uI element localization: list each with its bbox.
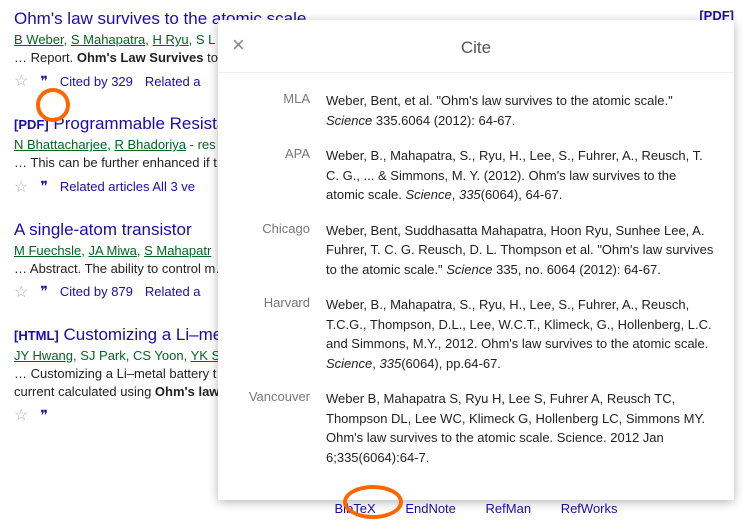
modal-header: × Cite (218, 20, 734, 73)
cite-row-harvard: Harvard Weber, B., Mahapatra, S., Ryu, H… (238, 295, 714, 373)
cite-label: Vancouver (238, 389, 310, 467)
cite-label: MLA (238, 91, 310, 130)
save-icon[interactable]: ☆ (14, 405, 28, 425)
cite-row-mla: MLA Weber, Bent, et al. "Ohm's law survi… (238, 91, 714, 130)
save-icon[interactable]: ☆ (14, 177, 28, 197)
cite-text[interactable]: Weber, Bent, Suddhasatta Mahapatra, Hoon… (326, 221, 714, 280)
cite-label: APA (238, 146, 310, 205)
cite-text[interactable]: Weber, B., Mahapatra, S., Ryu, H., Lee, … (326, 146, 714, 205)
refworks-link[interactable]: RefWorks (561, 501, 618, 516)
cite-icon[interactable]: ❞ (40, 178, 48, 195)
bibtex-link[interactable]: BibTeX (334, 501, 375, 516)
related-link[interactable]: Related a (145, 74, 201, 89)
modal-title: Cite (461, 38, 491, 57)
cite-modal: × Cite MLA Weber, Bent, et al. "Ohm's la… (218, 20, 734, 500)
cite-text[interactable]: Weber, B., Mahapatra, S., Ryu, H., Lee, … (326, 295, 714, 373)
cite-icon[interactable]: ❞ (40, 283, 48, 300)
modal-footer: BibTeX EndNote RefMan RefWorks (218, 491, 734, 530)
cite-row-vancouver: Vancouver Weber B, Mahapatra S, Ryu H, L… (238, 389, 714, 467)
cite-label: Chicago (238, 221, 310, 280)
close-icon[interactable]: × (232, 34, 245, 56)
cite-icon[interactable]: ❞ (40, 407, 48, 424)
modal-body: MLA Weber, Bent, et al. "Ohm's law survi… (218, 73, 734, 491)
related-link[interactable]: Related articles All 3 ve (60, 179, 195, 194)
save-icon[interactable]: ☆ (14, 282, 28, 302)
cite-row-chicago: Chicago Weber, Bent, Suddhasatta Mahapat… (238, 221, 714, 280)
cite-text[interactable]: Weber, Bent, et al. "Ohm's law survives … (326, 91, 714, 130)
cite-icon[interactable]: ❞ (40, 73, 48, 90)
endnote-link[interactable]: EndNote (405, 501, 456, 516)
cited-by-link[interactable]: Cited by 879 (60, 284, 133, 299)
cite-text[interactable]: Weber B, Mahapatra S, Ryu H, Lee S, Fuhr… (326, 389, 714, 467)
cited-by-link[interactable]: Cited by 329 (60, 74, 133, 89)
related-link[interactable]: Related a (145, 284, 201, 299)
refman-link[interactable]: RefMan (486, 501, 532, 516)
save-icon[interactable]: ☆ (14, 71, 28, 91)
cite-row-apa: APA Weber, B., Mahapatra, S., Ryu, H., L… (238, 146, 714, 205)
cite-label: Harvard (238, 295, 310, 373)
